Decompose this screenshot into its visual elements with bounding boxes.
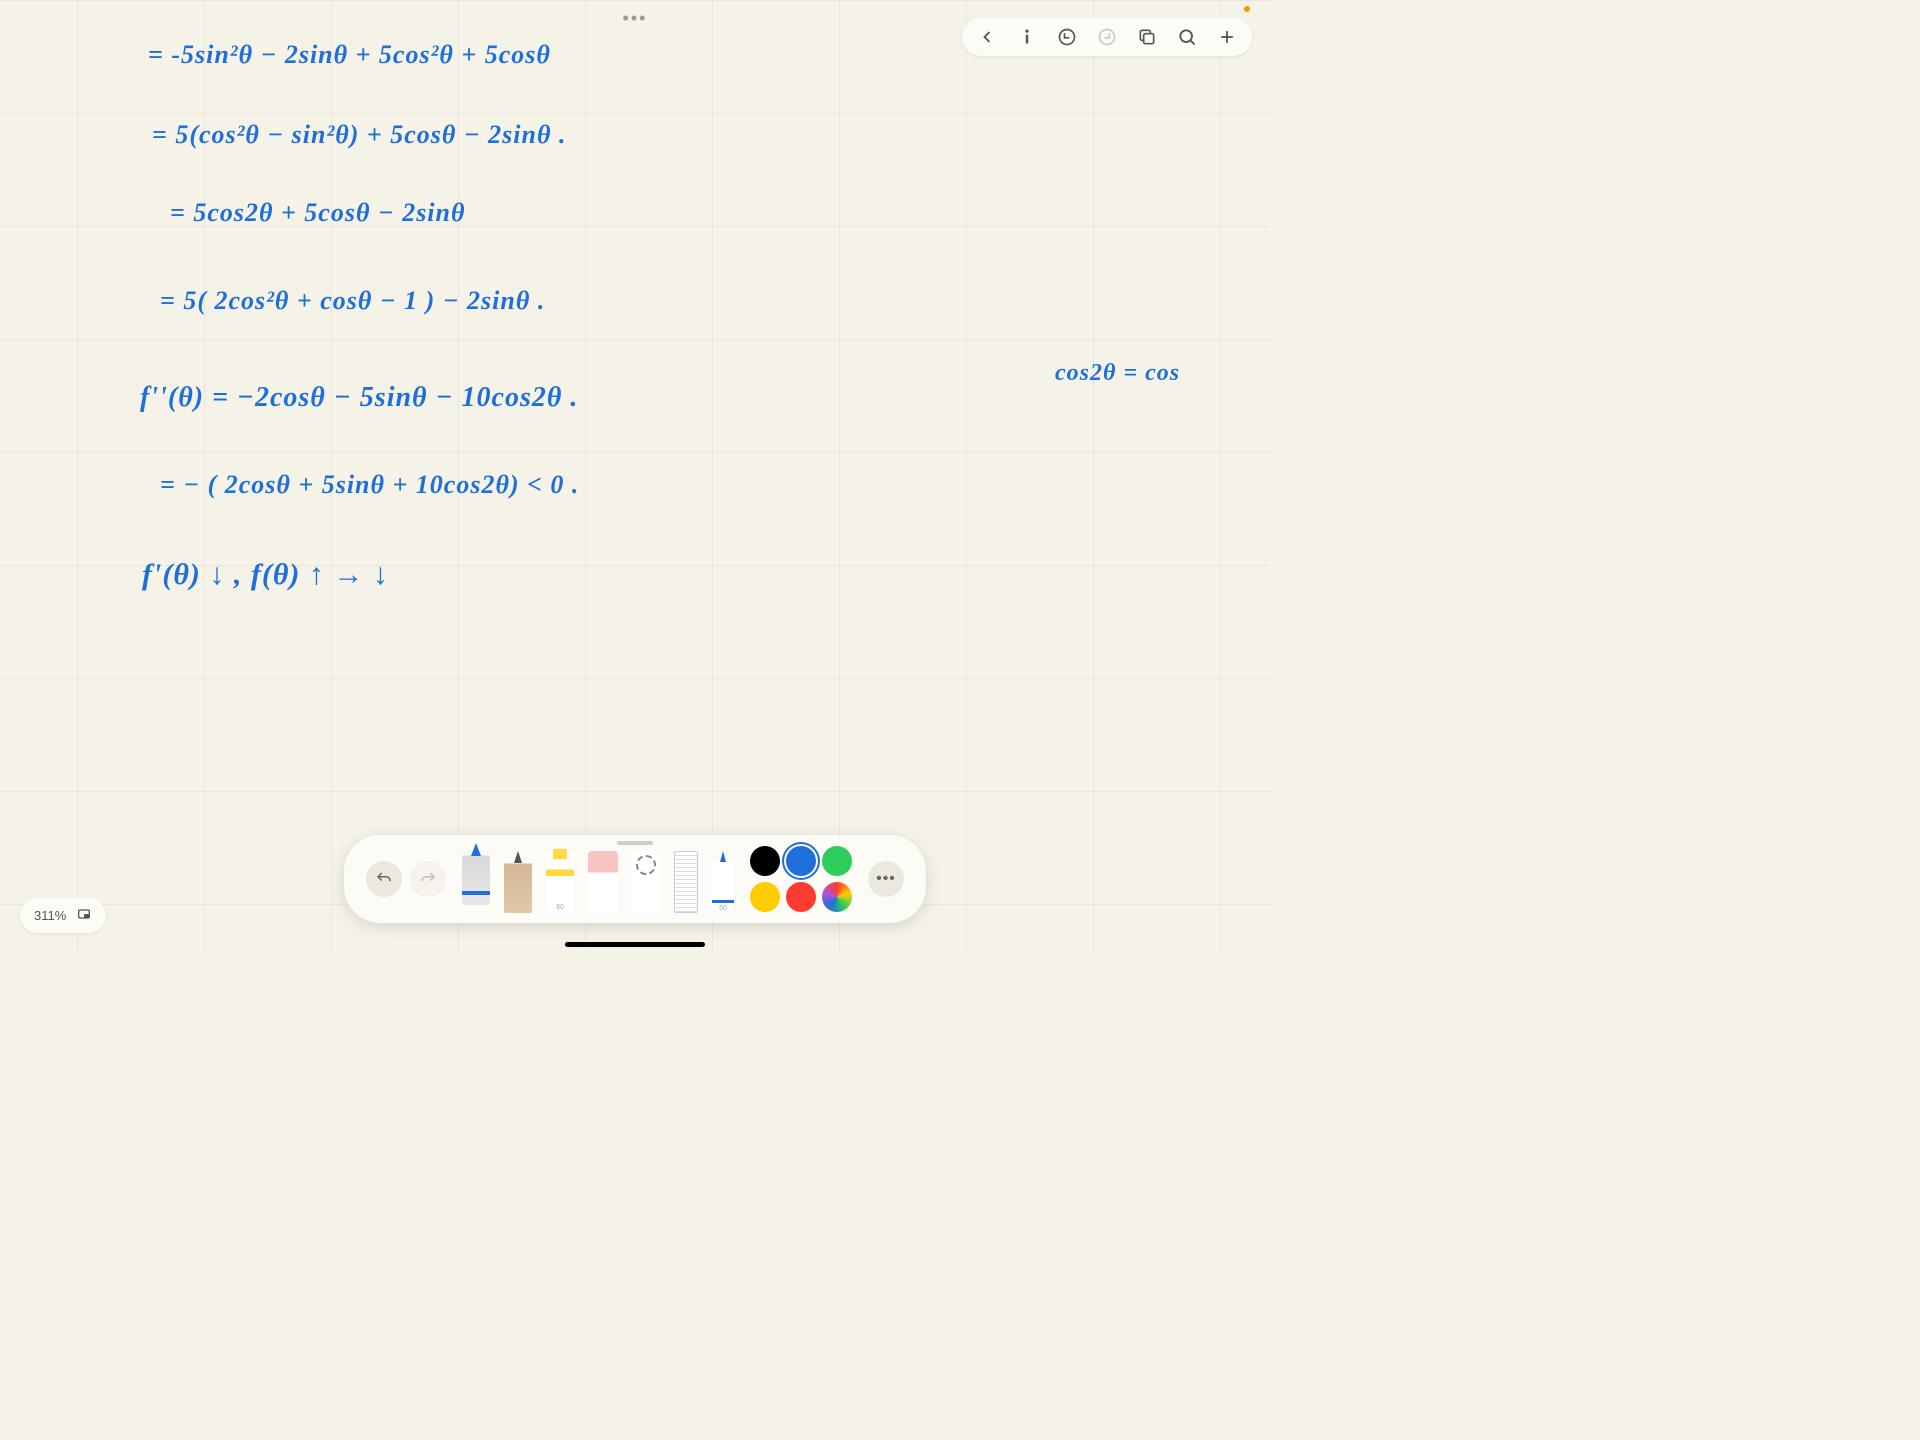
info-button[interactable] bbox=[1016, 26, 1038, 48]
color-picker-button[interactable] bbox=[822, 882, 852, 912]
copy-button[interactable] bbox=[1136, 26, 1158, 48]
tool-size-label: 80 bbox=[556, 904, 564, 911]
zoom-level-text: 311% bbox=[34, 908, 66, 923]
tool-palette: 80 50 ••• bbox=[344, 835, 926, 923]
home-indicator[interactable] bbox=[565, 942, 705, 947]
navigator-icon bbox=[76, 906, 92, 925]
lasso-tool[interactable] bbox=[632, 851, 660, 913]
color-swatches bbox=[750, 846, 852, 912]
window-more-handle[interactable]: ••• bbox=[623, 8, 648, 29]
color-black[interactable] bbox=[750, 846, 780, 876]
add-button[interactable] bbox=[1216, 26, 1238, 48]
color-yellow[interactable] bbox=[750, 882, 780, 912]
canvas-grid-background[interactable] bbox=[0, 0, 1270, 953]
palette-drag-handle[interactable] bbox=[617, 841, 653, 845]
undo-button[interactable] bbox=[1056, 26, 1078, 48]
palette-redo-button[interactable] bbox=[410, 861, 446, 897]
color-green[interactable] bbox=[822, 846, 852, 876]
palette-more-button[interactable]: ••• bbox=[868, 861, 904, 897]
microphone-indicator-dot bbox=[1244, 6, 1250, 12]
fine-pen-tool[interactable]: 50 bbox=[712, 851, 734, 913]
zoom-indicator[interactable]: 311% bbox=[20, 898, 106, 933]
highlighter-tool[interactable]: 80 bbox=[546, 851, 574, 913]
top-toolbar bbox=[962, 18, 1252, 56]
back-button[interactable] bbox=[976, 26, 998, 48]
pen-tool[interactable] bbox=[462, 843, 490, 905]
tool-size-label: 50 bbox=[719, 905, 727, 912]
color-red[interactable] bbox=[786, 882, 816, 912]
drawing-tools-group: 80 50 bbox=[462, 845, 734, 913]
redo-button[interactable] bbox=[1096, 26, 1118, 48]
search-button[interactable] bbox=[1176, 26, 1198, 48]
eraser-tool[interactable] bbox=[588, 851, 618, 913]
palette-undo-button[interactable] bbox=[366, 861, 402, 897]
pencil-tool[interactable] bbox=[504, 851, 532, 913]
color-blue[interactable] bbox=[786, 846, 816, 876]
ruler-tool[interactable] bbox=[674, 851, 698, 913]
